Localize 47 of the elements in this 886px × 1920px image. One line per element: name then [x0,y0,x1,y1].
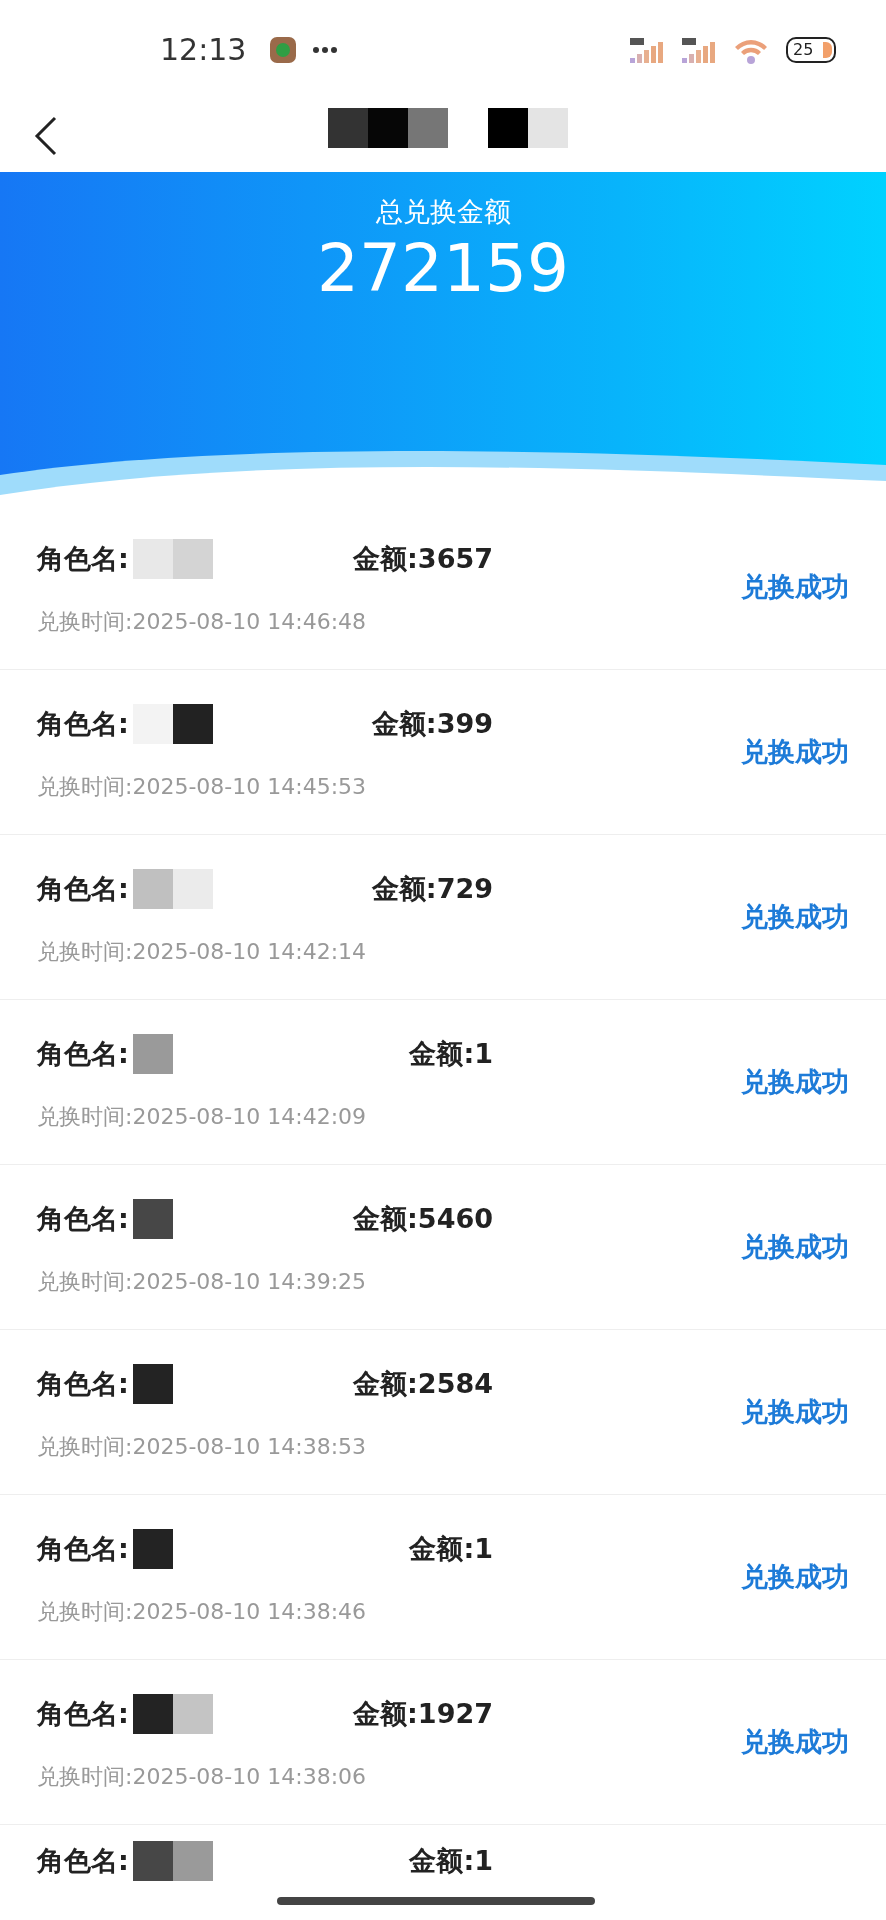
amount-text: 金额:729 [371,872,493,905]
battery-icon: 25 [786,37,836,63]
redacted-name [132,1528,173,1569]
time-text: 兑换时间:2025-08-10 14:45:53 [37,773,368,801]
signal-icon [680,36,716,64]
redacted-name [132,1198,173,1239]
status-link[interactable]: 兑换成功 [741,735,849,769]
time-text: 兑换时间:2025-08-10 14:46:48 [37,608,368,636]
time-text: 兑换时间:2025-08-10 14:39:25 [37,1268,368,1296]
amount-text: 金额:1 [409,1037,493,1070]
time-text: 兑换时间:2025-08-10 14:38:06 [37,1763,368,1791]
app-icon [270,37,297,63]
status-link[interactable]: 兑换成功 [741,1230,849,1264]
status-link[interactable]: 兑换成功 [741,1065,849,1099]
name-label: 角色名: [37,1202,129,1235]
amount-text: 金额:3657 [353,542,493,575]
time-text: 兑换时间:2025-08-10 14:42:14 [37,938,368,966]
name-label: 角色名: [37,707,129,740]
name-label: 角色名: [37,1697,129,1730]
name-label: 角色名: [37,1367,129,1400]
summary-total: 272159 [316,229,570,309]
status-link[interactable]: 兑换成功 [741,900,849,934]
back-button[interactable] [34,116,58,156]
amount-text: 金额:1927 [353,1697,493,1730]
status-time: 12:13 [160,32,247,68]
time-text: 兑换时间:2025-08-10 14:38:46 [37,1598,368,1626]
amount-text: 金额:399 [371,707,493,740]
redacted-name [132,1033,173,1074]
summary-label: 总兑换金额 [374,195,512,229]
status-link[interactable]: 兑换成功 [741,1725,849,1759]
name-label: 角色名: [37,1844,129,1878]
name-label: 角色名: [37,872,129,905]
name-label: 角色名: [37,1037,129,1070]
redacted-name [132,1363,173,1404]
status-link[interactable]: 兑换成功 [741,1560,849,1594]
amount-text: 金额:5460 [353,1202,493,1235]
amount-text: 金额:1 [409,1532,493,1565]
status-link[interactable]: 兑换成功 [741,1395,849,1429]
amount-text: 金额:2584 [353,1367,493,1400]
time-text: 兑换时间:2025-08-10 14:42:09 [37,1103,368,1131]
signal-icon [628,36,664,64]
name-label: 角色名: [37,1532,129,1565]
status-link[interactable]: 兑换成功 [741,570,849,604]
name-label: 角色名: [37,542,129,575]
more-icon [312,46,339,54]
time-text: 兑换时间:2025-08-10 14:38:53 [37,1433,368,1461]
amount-text: 金额:1 [409,1844,493,1878]
